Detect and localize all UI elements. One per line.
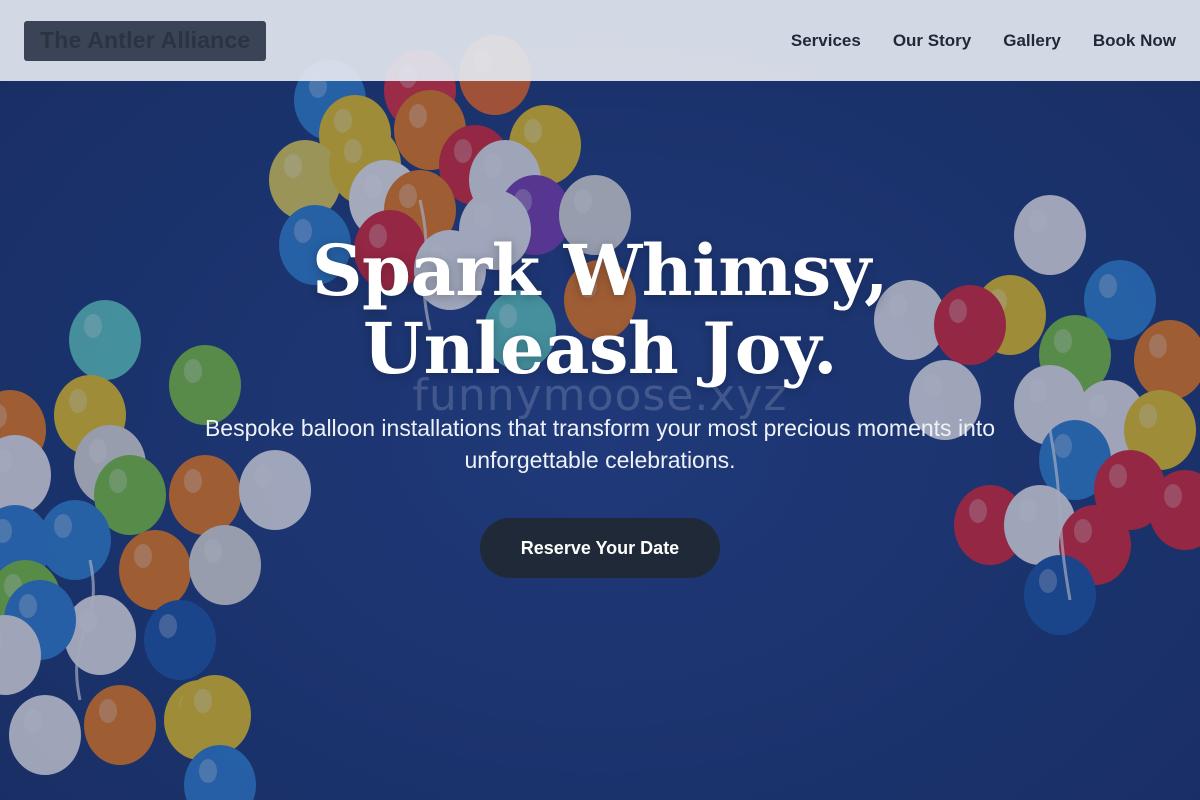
site-header: The Antler Alliance Services Our Story G… xyxy=(0,0,1200,81)
site-logo[interactable]: The Antler Alliance xyxy=(24,20,267,61)
main-nav: Services Our Story Gallery Book Now xyxy=(791,31,1176,51)
hero-subheading: Bespoke balloon installations that trans… xyxy=(204,415,996,473)
nav-gallery[interactable]: Gallery xyxy=(1003,31,1061,51)
reserve-date-button[interactable]: Reserve Your Date xyxy=(480,518,720,578)
hero-headline: Spark Whimsy, Unleash Joy. xyxy=(311,229,889,390)
hero-content: Spark Whimsy, Unleash Joy. Bespoke ballo… xyxy=(0,232,1200,578)
nav-services[interactable]: Services xyxy=(791,31,861,51)
nav-our-story[interactable]: Our Story xyxy=(893,31,971,51)
nav-book-now[interactable]: Book Now xyxy=(1093,31,1176,51)
logo-text: The Antler Alliance xyxy=(40,26,251,53)
